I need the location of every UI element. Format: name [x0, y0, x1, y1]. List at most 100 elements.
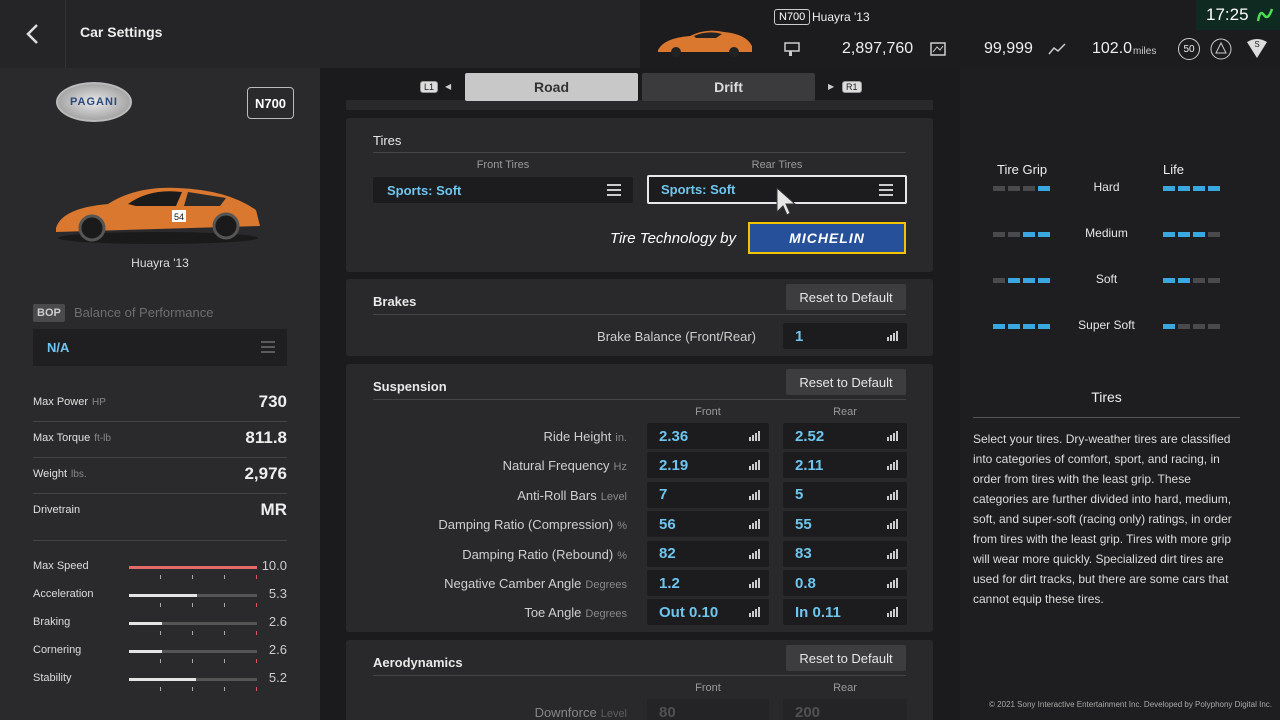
front-tires-select[interactable]: Sports: Soft	[373, 177, 633, 203]
performance-tick	[192, 575, 193, 579]
brake-balance-value: 1	[795, 327, 804, 345]
performance-tick	[160, 631, 161, 635]
suspension-rear-field[interactable]: 5	[783, 481, 907, 508]
downforce-front-field[interactable]: 80	[647, 699, 769, 720]
signal-bars-icon	[749, 578, 761, 588]
signal-bars-icon	[887, 519, 899, 530]
performance-label: Braking	[33, 616, 71, 628]
signal-bars-icon	[887, 460, 899, 471]
brakes-reset-button[interactable]: Reset to Default	[786, 284, 906, 310]
performance-value: 10.0	[261, 558, 287, 573]
level-badge: 50	[1178, 38, 1200, 60]
sportsmanship-rating-icon: S	[1247, 39, 1267, 58]
compound-grip-segment	[1008, 278, 1020, 283]
compound-life-segment	[1163, 232, 1175, 237]
spec-row: Drivetrain MR	[33, 494, 287, 530]
performance-tick	[160, 603, 161, 607]
divider	[373, 314, 906, 315]
suspension-rear-value: In 0.11	[795, 603, 841, 621]
suspension-front-value: 56	[659, 515, 676, 533]
signal-bars-icon	[887, 431, 899, 441]
suspension-front-value: 2.36	[659, 427, 689, 445]
downforce-rear-field[interactable]: 200	[783, 699, 907, 720]
performance-value: 5.3	[268, 586, 287, 601]
performance-tick	[192, 603, 193, 607]
signal-bars-icon	[887, 607, 899, 618]
spec-row: Weight lbs. 2,976	[33, 458, 287, 494]
downforce-front-value: 80	[659, 703, 676, 720]
menu-icon	[607, 184, 621, 196]
suspension-rear-field[interactable]: In 0.11	[783, 599, 907, 626]
suspension-rear-field[interactable]: 0.8	[783, 570, 907, 596]
odometer-unit: miles	[1133, 46, 1157, 57]
svg-text:S: S	[1254, 40, 1259, 49]
suspension-front-field[interactable]: 82	[647, 540, 769, 567]
tab-road[interactable]: Road	[465, 73, 638, 101]
brake-balance-field[interactable]: 1	[783, 323, 907, 349]
performance-tick	[256, 687, 257, 691]
spec-label: Weight lbs.	[33, 468, 87, 480]
suspension-front-field[interactable]: 1.2	[647, 570, 769, 596]
signal-bars-icon	[887, 578, 899, 588]
performance-tick	[192, 687, 193, 691]
back-button[interactable]	[0, 0, 66, 68]
spec-row: Max Torque ft-lb 811.8	[33, 422, 287, 458]
suspension-reset-button[interactable]: Reset to Default	[786, 369, 906, 395]
spec-value: MR	[260, 500, 287, 519]
suspension-rear-field[interactable]: 55	[783, 511, 907, 538]
odometer-icon	[1048, 43, 1066, 55]
suspension-rear-field[interactable]: 83	[783, 540, 907, 567]
performance-row: Cornering 2.6	[33, 642, 287, 664]
menu-icon	[261, 341, 275, 353]
divider	[373, 675, 906, 676]
aero-reset-button[interactable]: Reset to Default	[786, 645, 906, 671]
class-badge: N700	[774, 9, 811, 25]
tab-road-label: Road	[534, 79, 569, 95]
suspension-front-field[interactable]: 2.19	[647, 452, 769, 479]
compound-life-segment	[1178, 186, 1190, 191]
divider	[973, 417, 1240, 418]
spec-label: Max Power HP	[33, 396, 106, 408]
car-thumbnail	[658, 30, 752, 57]
suspension-rear-value: 83	[795, 545, 812, 563]
compound-grip-segment	[1038, 278, 1050, 283]
suspension-row-label: Damping Ratio (Rebound)%	[462, 546, 627, 562]
suspension-row-label: Natural Frequency Hz	[502, 458, 627, 474]
tab-drift[interactable]: Drift	[642, 73, 815, 101]
divider	[373, 152, 906, 153]
clock-box: 17:25	[1196, 0, 1280, 30]
performance-track	[129, 678, 257, 691]
performance-track	[129, 594, 257, 607]
suspension-front-value: 7	[659, 486, 668, 504]
compound-grip-segment	[1023, 232, 1035, 237]
suspension-front-field[interactable]: 7	[647, 481, 769, 508]
suspension-row-label: Toe Angle Degrees	[524, 605, 627, 621]
performance-fill	[129, 678, 196, 681]
compound-life-segment	[1163, 324, 1175, 329]
compound-life-segment	[1208, 186, 1220, 191]
performance-row: Max Speed 10.0	[33, 558, 287, 580]
signal-bars-icon	[749, 460, 761, 471]
compound-name: Medium	[1085, 226, 1128, 240]
spec-label: Drivetrain	[33, 504, 81, 516]
bop-select[interactable]: N/A	[33, 329, 287, 366]
odometer-value: 102.0	[1092, 40, 1133, 57]
mileage-points-value: 99,999	[984, 40, 1033, 57]
performance-tick	[160, 659, 161, 663]
compound-grip-segment	[993, 324, 1005, 329]
compound-life-segment	[1193, 324, 1205, 329]
reset-label: Reset to Default	[799, 374, 893, 390]
performance-label: Acceleration	[33, 588, 94, 600]
performance-tick	[256, 631, 257, 635]
suspension-front-field[interactable]: 56	[647, 511, 769, 538]
performance-row: Stability 5.2	[33, 670, 287, 692]
suspension-rear-field[interactable]: 2.52	[783, 423, 907, 449]
class-badge: N700	[247, 87, 294, 119]
suspension-rear-field[interactable]: 2.11	[783, 452, 907, 479]
divider	[373, 399, 906, 400]
performance-value: 2.6	[268, 642, 287, 657]
signal-bars-icon	[887, 331, 899, 341]
suspension-front-field[interactable]: Out 0.10	[647, 599, 769, 626]
compound-life-segment	[1178, 324, 1190, 329]
suspension-front-field[interactable]: 2.36	[647, 423, 769, 449]
